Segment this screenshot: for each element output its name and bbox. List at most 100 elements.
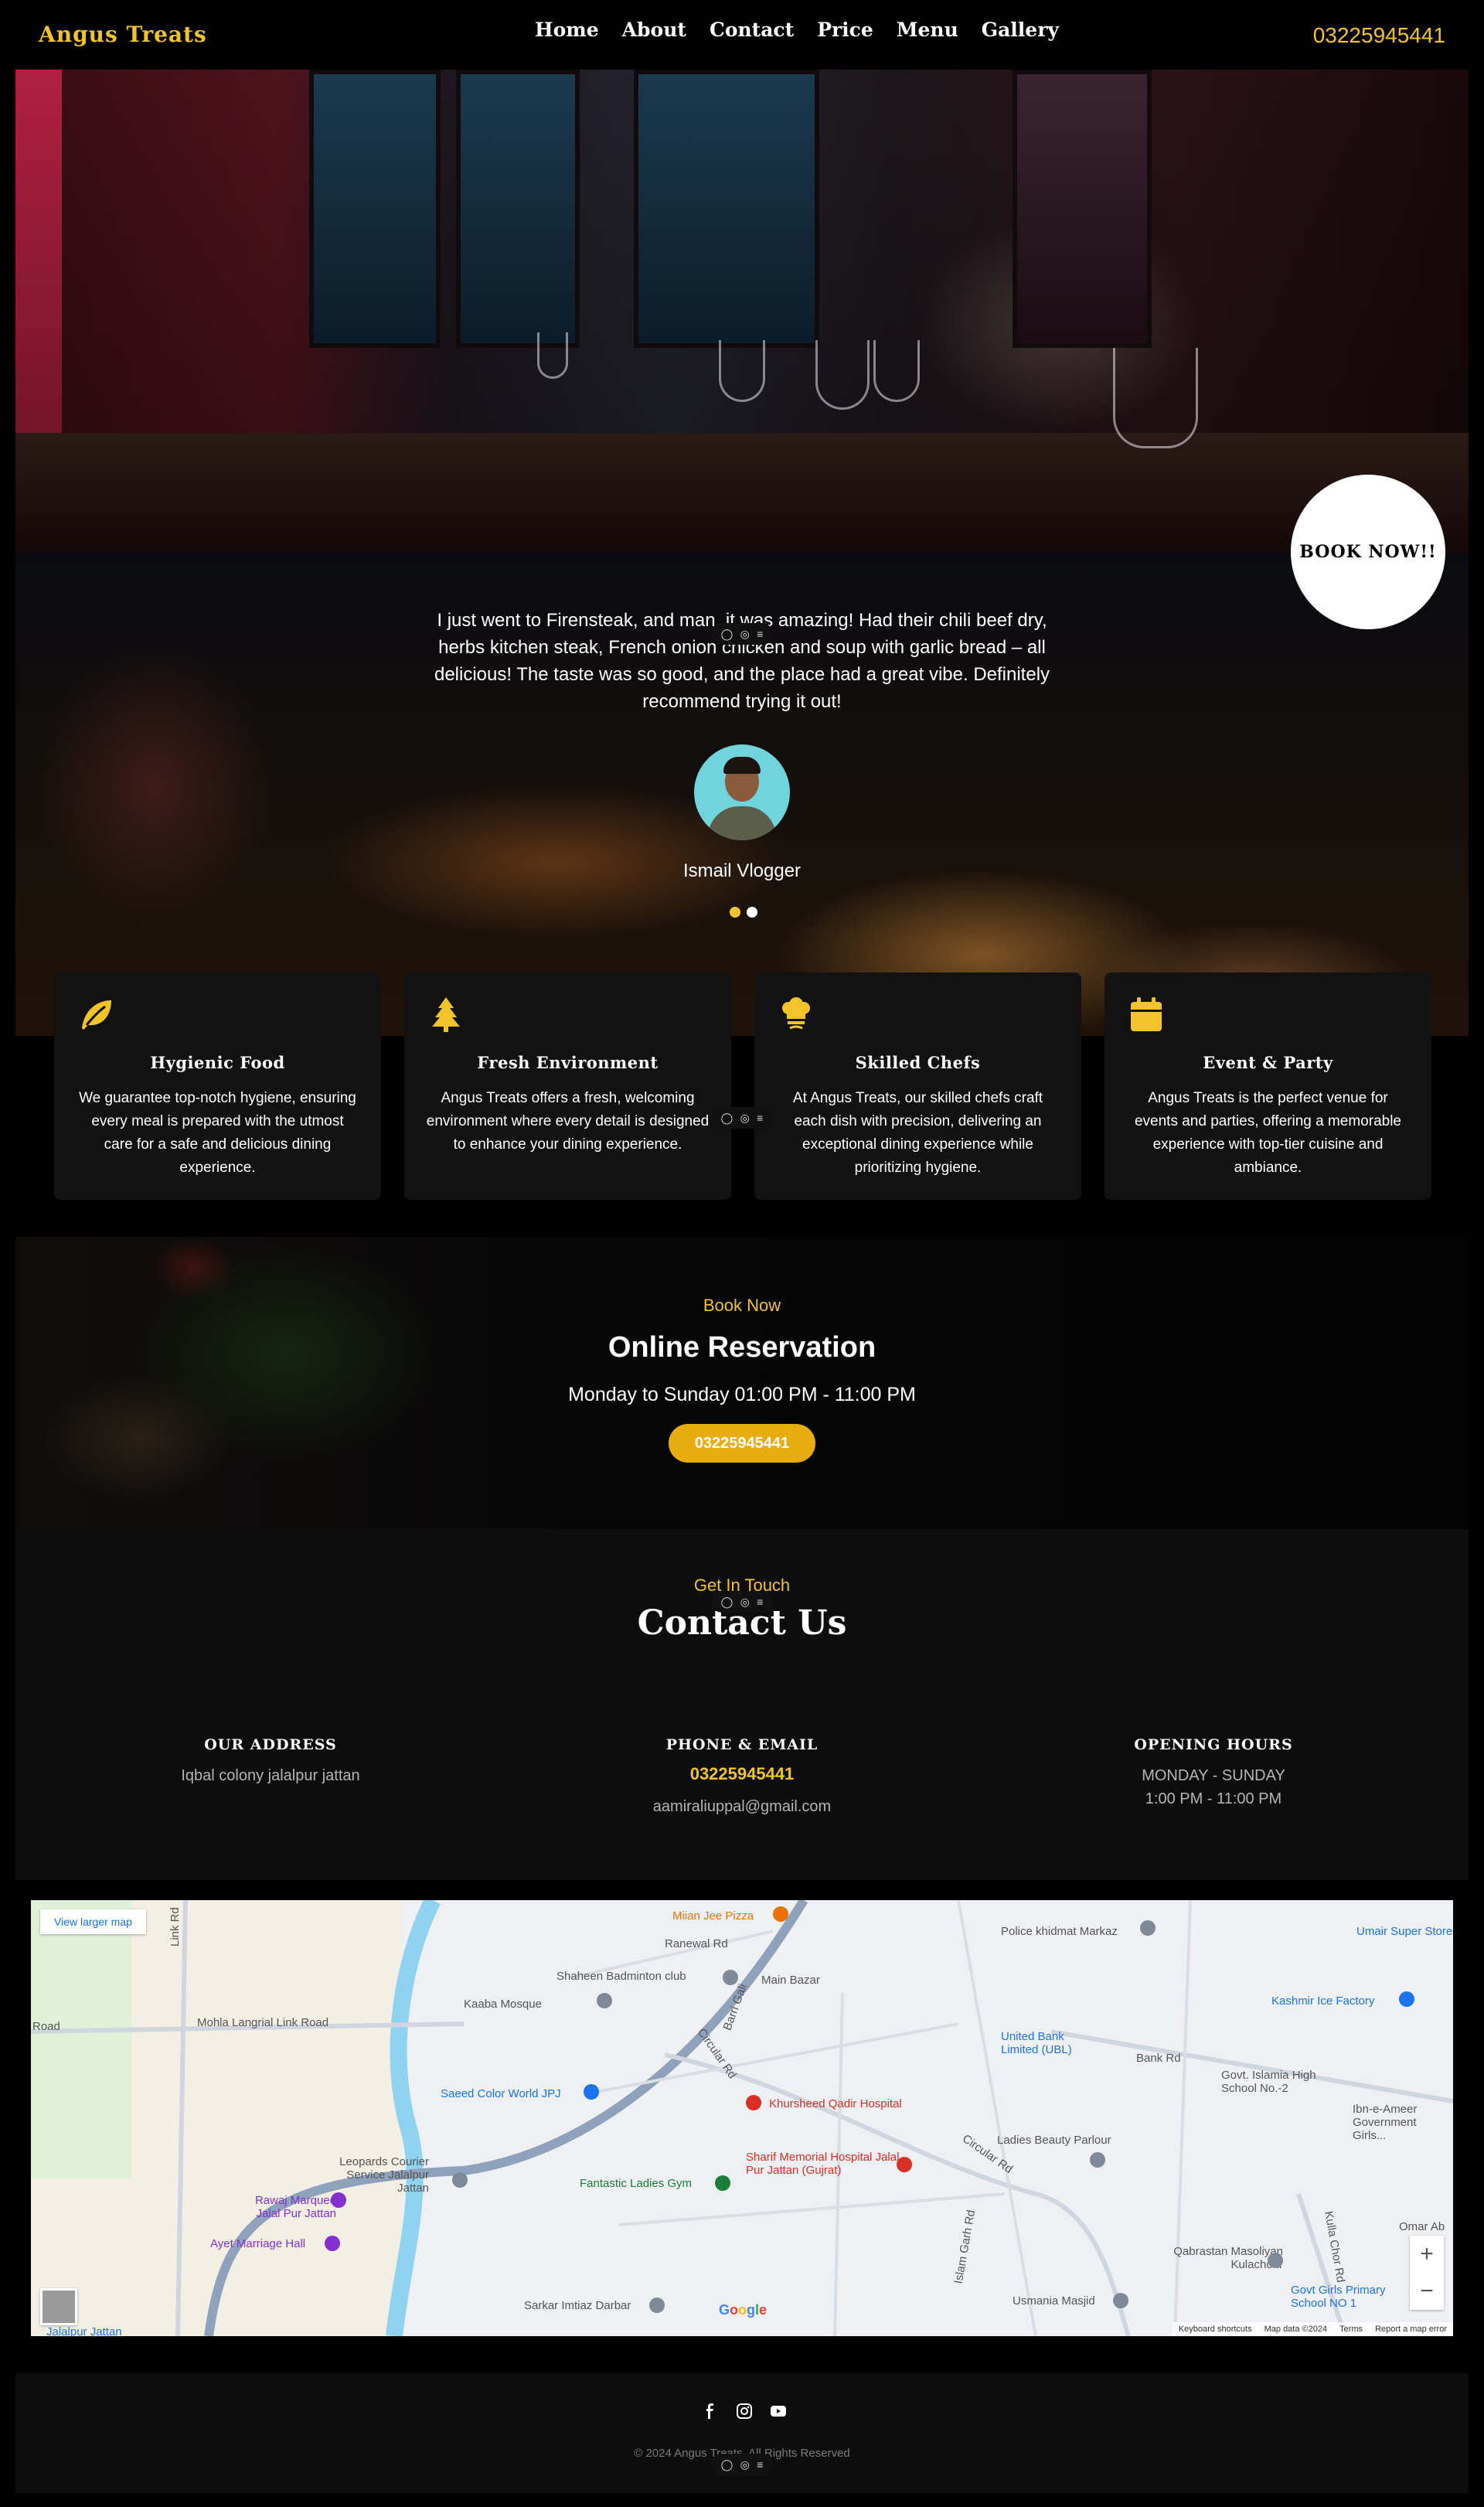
map-pin-icon[interactable]: [1268, 2253, 1283, 2268]
map-place-label[interactable]: Qabrastan Masoliyan Kulachour: [1128, 2245, 1283, 2271]
comment-icon[interactable]: ◯: [721, 2459, 733, 2470]
tree-icon: [427, 996, 465, 1033]
hours-column: OPENING HOURS MONDAY - SUNDAY 1:00 PM - …: [1020, 1736, 1407, 1810]
map-pin-icon[interactable]: [773, 1906, 788, 1922]
report-error-link[interactable]: Report a map error: [1375, 2325, 1447, 2334]
map-pin-icon[interactable]: [1090, 2152, 1105, 2168]
map-place-label[interactable]: Shaheen Badminton club: [556, 1970, 686, 1983]
nav-gallery[interactable]: Gallery: [982, 19, 1059, 41]
main-menu: Home About Contact Price Menu Gallery: [535, 19, 1059, 41]
map-place-label[interactable]: Miian Jee Pizza: [672, 1909, 754, 1923]
map-pin-icon[interactable]: [1399, 1991, 1414, 2007]
view-larger-map-link[interactable]: View larger map: [40, 1909, 146, 1934]
map-pin-icon[interactable]: [649, 2298, 665, 2313]
facebook-icon[interactable]: [702, 2403, 719, 2420]
map-place-label[interactable]: Ayet Marriage Hall: [210, 2237, 305, 2250]
map-road-label: Road: [32, 2020, 60, 2033]
google-map[interactable]: View larger map Miian Jee Pizza Police k…: [31, 1900, 1453, 2336]
map-place-label[interactable]: Rawaj Marquee Jalal Pur Jattan: [228, 2194, 336, 2220]
map-place-label[interactable]: Umair Super Store: [1356, 1925, 1452, 1938]
nav-price[interactable]: Price: [817, 19, 873, 41]
map-pin-icon[interactable]: [746, 2095, 761, 2110]
carousel-dot[interactable]: [730, 907, 740, 918]
map-pin-icon[interactable]: [325, 2236, 340, 2251]
contact-phone[interactable]: 03225945441: [549, 1764, 935, 1784]
eye-icon[interactable]: ◎: [740, 1112, 750, 1123]
reservation-title: Online Reservation: [608, 1331, 876, 1364]
map-place-label[interactable]: Khursheed Qadir Hospital: [769, 2097, 902, 2110]
wine-glass: [873, 340, 920, 402]
zoom-in-button[interactable]: +: [1410, 2236, 1444, 2273]
floating-toolbar[interactable]: ◯ ◎ ≡: [711, 1107, 773, 1129]
nav-contact[interactable]: Contact: [710, 19, 794, 41]
map-road-label: Main Bazar: [761, 1974, 820, 1987]
map-place-label[interactable]: Omar Ab: [1399, 2220, 1445, 2233]
menu-icon[interactable]: ≡: [757, 1596, 763, 1607]
wine-glass: [1113, 348, 1198, 448]
feature-cards: Hygienic Food We guarantee top-notch hyg…: [54, 972, 1431, 1200]
map-pin-icon[interactable]: [715, 2175, 730, 2191]
eye-icon[interactable]: ◎: [740, 1596, 750, 1607]
map-place-label[interactable]: Sharif Memorial Hospital Jalal Pur Jatta…: [746, 2151, 900, 2177]
comment-icon[interactable]: ◯: [721, 1112, 733, 1123]
map-place-label[interactable]: Govt Girls Primary School NO 1: [1291, 2284, 1422, 2310]
zoom-out-button[interactable]: −: [1410, 2273, 1444, 2310]
contact-section: Get In Touch Contact Us OUR ADDRESS Iqba…: [15, 1529, 1469, 1880]
map-pin-icon[interactable]: [331, 2192, 346, 2208]
reservation-phone-button[interactable]: 03225945441: [669, 1424, 815, 1463]
map-pin-icon[interactable]: [452, 2172, 468, 2188]
map-place-label[interactable]: Kaaba Mosque: [464, 1998, 542, 2011]
map-pin-icon[interactable]: [723, 1970, 738, 1985]
hero-window: [634, 70, 819, 348]
map-pin-icon[interactable]: [584, 2084, 599, 2100]
zoom-controls: + −: [1410, 2236, 1444, 2310]
map-road-label: Ranewal Rd: [665, 1937, 728, 1950]
eye-icon[interactable]: ◎: [740, 2459, 750, 2470]
nav-home[interactable]: Home: [535, 19, 599, 41]
comment-icon[interactable]: ◯: [721, 628, 733, 639]
hero-table: [15, 433, 1469, 553]
carousel-dot[interactable]: [747, 907, 757, 918]
map-place-label[interactable]: Govt. Islamia High School No.-2: [1221, 2069, 1353, 2095]
map-place-label[interactable]: Ladies Beauty Parlour: [997, 2134, 1111, 2147]
map-place-label[interactable]: Leopards Courier Service Jalalpur Jattan: [313, 2155, 429, 2195]
keyboard-shortcuts-link[interactable]: Keyboard shortcuts: [1179, 2325, 1252, 2334]
map-place-label[interactable]: Saeed Color World JPJ: [441, 2087, 561, 2100]
instagram-icon[interactable]: [736, 2403, 753, 2420]
map-place-label[interactable]: Police khidmat Markaz: [1001, 1925, 1118, 1938]
map-pin-icon[interactable]: [897, 2157, 912, 2172]
comment-icon[interactable]: ◯: [721, 1596, 733, 1607]
map-place-label[interactable]: Usmania Masjid: [1013, 2294, 1095, 2308]
menu-icon[interactable]: ≡: [757, 2459, 763, 2470]
map-place-label[interactable]: Jalalpur Jattan: [46, 2325, 122, 2336]
floating-toolbar[interactable]: ◯ ◎ ≡: [711, 2454, 773, 2475]
terms-link[interactable]: Terms: [1339, 2325, 1363, 2334]
header-phone[interactable]: 03225945441: [1313, 23, 1445, 48]
nav-about[interactable]: About: [622, 19, 686, 41]
carousel-dots: [730, 907, 757, 918]
map-data-label: Map data ©2024: [1264, 2325, 1328, 2334]
map-place-label[interactable]: Ibn-e-Ameer Government Girls...: [1353, 2103, 1453, 2142]
floating-toolbar[interactable]: ◯ ◎ ≡: [711, 623, 773, 645]
address-column: OUR ADDRESS Iqbal colony jalalpur jattan: [77, 1736, 464, 1787]
map-pin-icon[interactable]: [1140, 1920, 1156, 1936]
youtube-icon[interactable]: [770, 2403, 787, 2420]
hero-banner: [15, 70, 1469, 553]
menu-icon[interactable]: ≡: [757, 1112, 763, 1123]
map-pin-icon[interactable]: [1113, 2293, 1128, 2308]
eye-icon[interactable]: ◎: [740, 628, 750, 639]
hero-window: [456, 70, 580, 348]
brand-logo[interactable]: Angus Treats: [39, 22, 207, 47]
menu-icon[interactable]: ≡: [757, 628, 763, 639]
map-pin-icon[interactable]: [597, 1993, 612, 2008]
leaf-icon: [77, 996, 114, 1033]
contact-email[interactable]: aamiraliuppal@gmail.com: [549, 1795, 935, 1818]
map-place-label[interactable]: Sarkar Imtiaz Darbar: [524, 2299, 631, 2312]
map-place-label[interactable]: Fantastic Ladies Gym: [580, 2177, 692, 2190]
nav-menu[interactable]: Menu: [897, 19, 958, 41]
book-now-button[interactable]: BOOK NOW!!: [1291, 475, 1445, 629]
floating-toolbar[interactable]: ◯ ◎ ≡: [711, 1591, 773, 1613]
map-place-label[interactable]: Kashmir Ice Factory: [1271, 1994, 1374, 2008]
map-place-label[interactable]: United Bank Limited (UBL): [1001, 2030, 1101, 2056]
street-view-icon[interactable]: [40, 2288, 77, 2325]
